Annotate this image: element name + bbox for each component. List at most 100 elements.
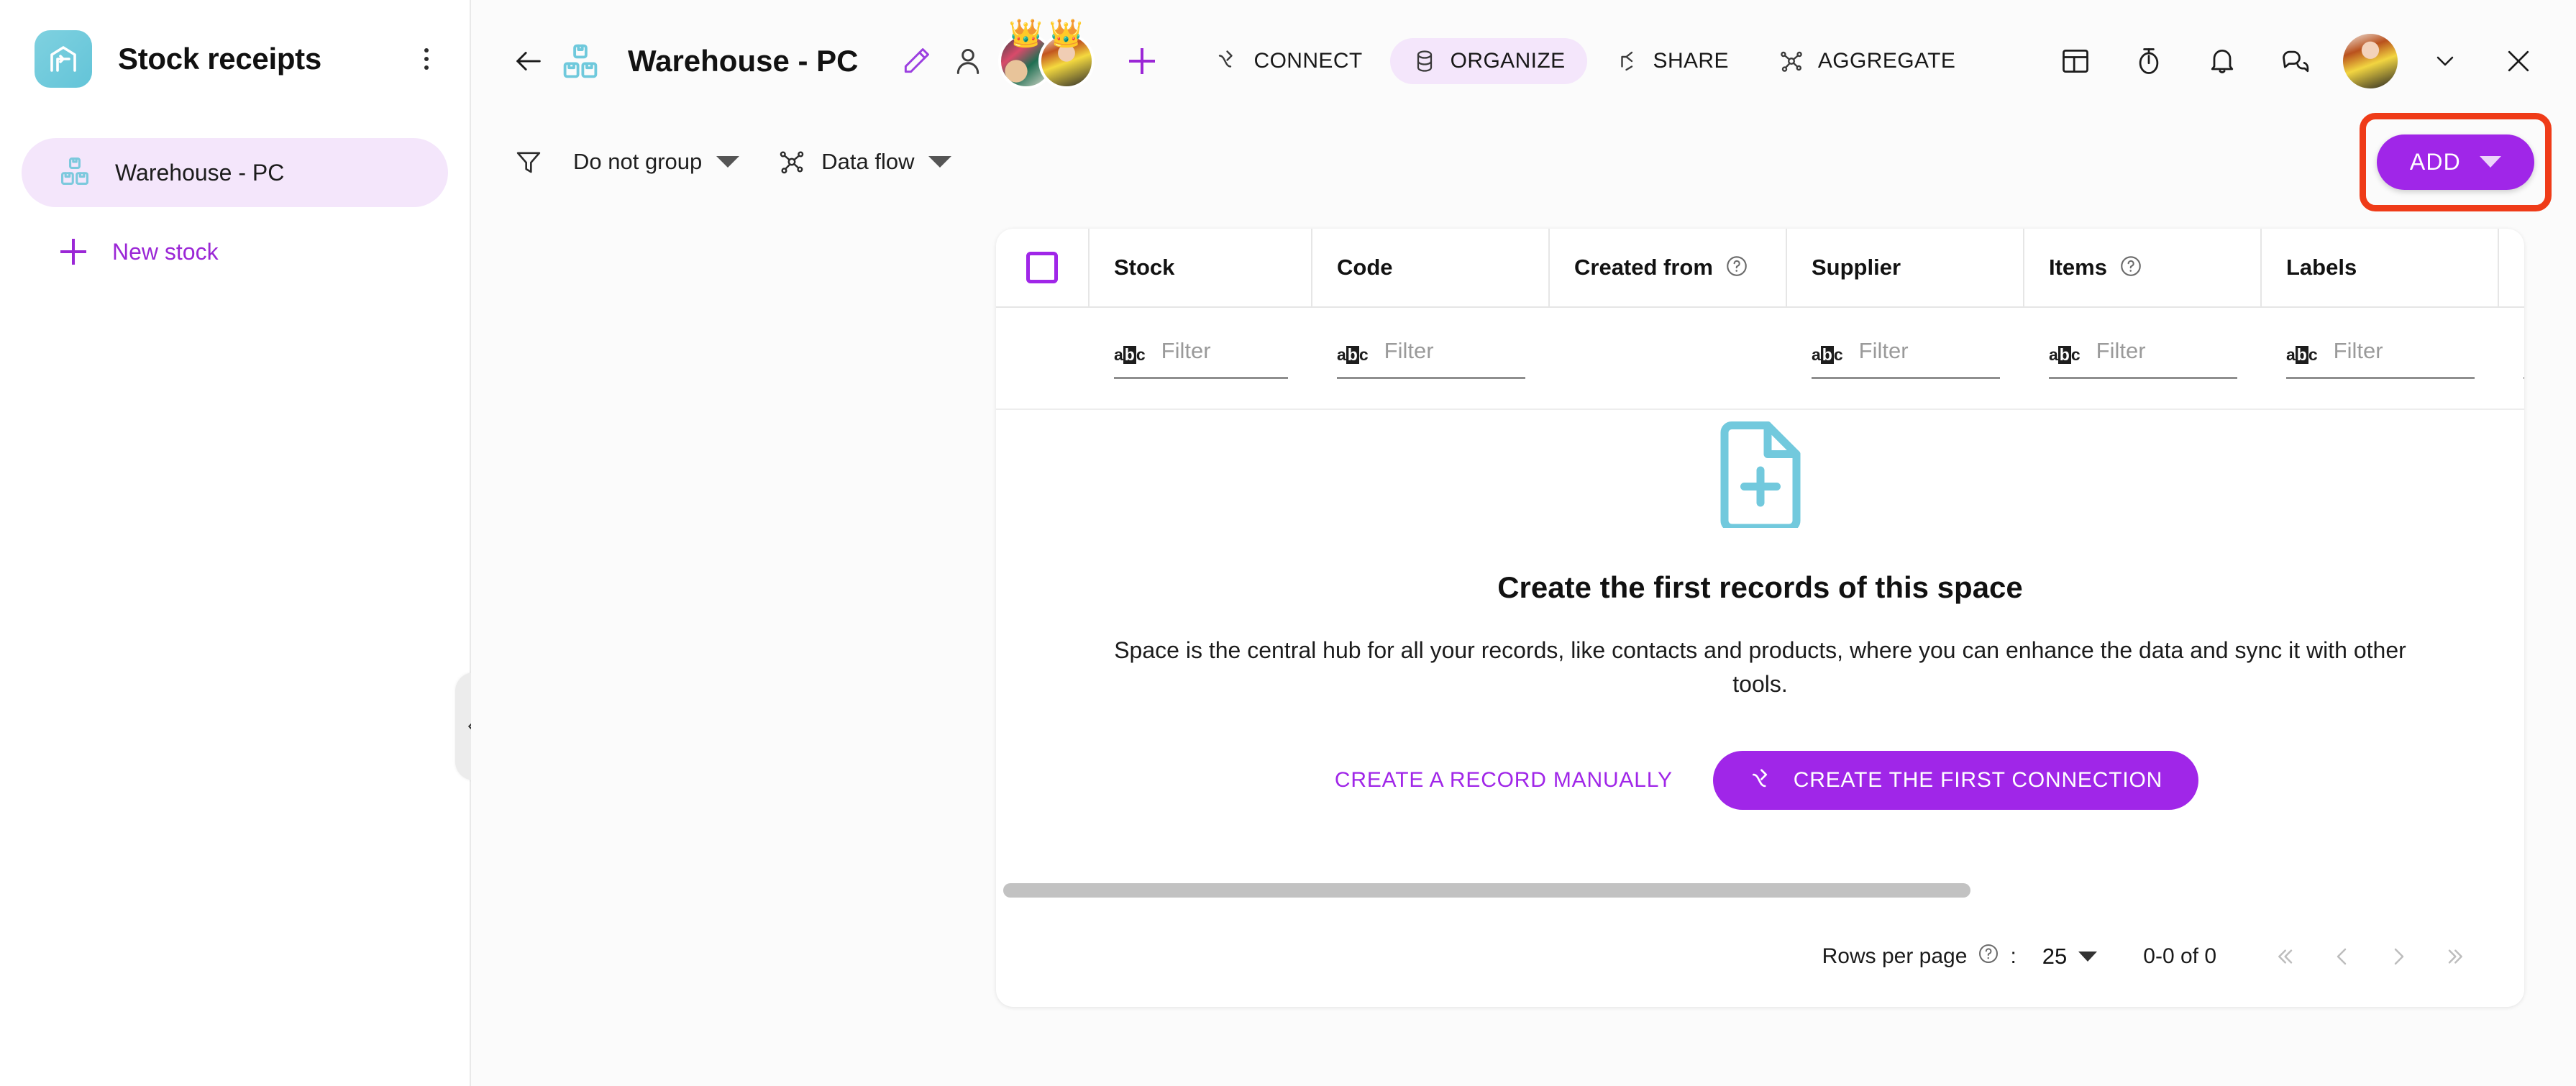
member-avatar-2[interactable]: 👑 bbox=[1038, 20, 1095, 89]
column-header-created-from[interactable]: Created from bbox=[1550, 229, 1787, 306]
horizontal-scrollbar-track[interactable] bbox=[996, 877, 2524, 906]
filter-input-stock[interactable]: abc Filter bbox=[1114, 338, 1288, 379]
column-header-code[interactable]: Code bbox=[1312, 229, 1550, 306]
tab-share[interactable]: SHARE bbox=[1593, 38, 1750, 84]
column-header-stock[interactable]: Stock bbox=[1090, 229, 1312, 306]
close-icon bbox=[2508, 50, 2529, 72]
rows-per-page-select[interactable]: 25 bbox=[2042, 944, 2098, 969]
layout-panel-icon bbox=[2063, 49, 2088, 73]
column-header-items[interactable]: Items bbox=[2024, 229, 2262, 306]
colon-separator: : bbox=[2010, 944, 2017, 968]
top-bar: Warehouse - PC 👑 👑 CONNECT ORGANIZE SHAR… bbox=[471, 0, 2576, 122]
tab-label: CONNECT bbox=[1253, 49, 1363, 73]
filter-cell-code: abc Filter bbox=[1312, 308, 1550, 409]
chevron-down-icon bbox=[2436, 56, 2454, 66]
boxes-icon bbox=[59, 155, 91, 191]
group-by-selector[interactable]: Do not group bbox=[573, 149, 740, 175]
top-bar-actions bbox=[2050, 34, 2544, 88]
chevron-right-icon bbox=[2394, 948, 2404, 965]
connect-icon bbox=[1752, 769, 1767, 788]
add-button[interactable]: ADD bbox=[2376, 134, 2534, 190]
create-record-manually-button[interactable]: CREATE A RECORD MANUALLY bbox=[1322, 761, 1686, 800]
table-filter-row: abc Filter abc Filter abc Filter a b c F… bbox=[996, 308, 2524, 410]
help-icon[interactable] bbox=[1725, 254, 1749, 282]
sidebar-header: Stock receipts bbox=[0, 0, 470, 95]
next-page-button[interactable] bbox=[2370, 928, 2428, 985]
horizontal-scrollbar-thumb[interactable] bbox=[1003, 883, 1970, 898]
data-flow-icon bbox=[780, 151, 804, 174]
filter-cell-supplier: abc Filter bbox=[1787, 308, 2024, 409]
members-button[interactable] bbox=[942, 35, 994, 87]
chevron-down-icon bbox=[716, 156, 740, 168]
column-header-labels[interactable]: Labels bbox=[2262, 229, 2499, 306]
help-icon[interactable] bbox=[2119, 254, 2143, 282]
filter-cell-stock: abc Filter bbox=[1090, 308, 1312, 409]
filter-input-supplier[interactable]: abc Filter bbox=[1812, 338, 2000, 379]
filter-input-code[interactable]: abc Filter bbox=[1337, 338, 1525, 379]
filter-placeholder: Filter bbox=[2096, 337, 2146, 363]
warehouse-icon bbox=[35, 30, 92, 88]
view-toolbar: Do not group Data flow ADD bbox=[471, 112, 2576, 211]
edit-title-button[interactable] bbox=[890, 35, 942, 87]
records-table-card: Stock Code Created from Supplier Items L… bbox=[996, 229, 2524, 1007]
sidebar-item-label: New stock bbox=[112, 238, 219, 265]
column-header-supplier[interactable]: Supplier bbox=[1787, 229, 2024, 306]
tab-organize[interactable]: ORGANIZE bbox=[1389, 38, 1587, 84]
tab-connect[interactable]: CONNECT bbox=[1194, 38, 1384, 84]
add-button-wrapper: ADD bbox=[2359, 112, 2552, 211]
page-title: Stock receipts bbox=[118, 42, 321, 76]
user-menu-button[interactable] bbox=[2419, 35, 2471, 87]
filter-cell-received-amount: Filter bbox=[2499, 308, 2524, 409]
notifications-button[interactable] bbox=[2196, 35, 2248, 87]
tab-aggregate[interactable]: AGGREGATE bbox=[1756, 37, 1977, 85]
data-flow-label: Data flow bbox=[821, 149, 915, 174]
space-tabs: CONNECT ORGANIZE SHARE AGGREGATE bbox=[1194, 37, 1978, 85]
share-icon bbox=[1620, 51, 1632, 71]
sidebar-item-new-stock[interactable]: New stock bbox=[22, 217, 448, 286]
column-header-received-amount[interactable]: Received amour bbox=[2499, 229, 2524, 306]
select-all-checkbox[interactable] bbox=[1026, 252, 1058, 283]
close-button[interactable] bbox=[2493, 35, 2544, 87]
crown-icon: 👑 bbox=[1008, 19, 1043, 49]
column-label: Stock bbox=[1114, 255, 1175, 280]
empty-state-actions: CREATE A RECORD MANUALLY CREATE THE FIRS… bbox=[1322, 750, 2199, 810]
pagination-range: 0-0 of 0 bbox=[2143, 944, 2216, 968]
rows-per-page-value: 25 bbox=[2042, 944, 2068, 969]
add-member-button[interactable] bbox=[1116, 35, 1168, 87]
aggregate-icon bbox=[1781, 51, 1802, 72]
document-plus-icon bbox=[1714, 420, 1807, 532]
column-label: Supplier bbox=[1812, 255, 1901, 280]
chat-button[interactable] bbox=[2270, 35, 2321, 87]
filter-input-labels[interactable]: abc Filter bbox=[2286, 338, 2475, 379]
chevrons-left-icon bbox=[2278, 949, 2293, 964]
filter-placeholder: Filter bbox=[1858, 337, 1909, 363]
filter-cell-labels: abc Filter bbox=[2262, 308, 2499, 409]
filter-button[interactable] bbox=[503, 136, 554, 188]
prev-page-button[interactable] bbox=[2313, 928, 2370, 985]
filter-cell-created-from bbox=[1550, 308, 1787, 409]
abc-icon: abc bbox=[1812, 344, 1843, 364]
chevron-down-icon bbox=[2078, 952, 2098, 962]
empty-state-description: Space is the central hub for all your re… bbox=[1114, 637, 2406, 697]
last-page-button[interactable] bbox=[2428, 928, 2485, 985]
help-icon[interactable] bbox=[1977, 942, 2000, 971]
abc-icon: abc bbox=[1114, 344, 1146, 364]
first-page-button[interactable] bbox=[2255, 928, 2313, 985]
filter-input-items[interactable]: abc Filter bbox=[2049, 338, 2237, 379]
chevron-down-icon bbox=[2480, 156, 2501, 168]
sidebar: Stock receipts Warehouse - PC New stock bbox=[0, 0, 488, 1086]
member-avatars[interactable]: 👑 👑 bbox=[997, 20, 1095, 89]
create-first-connection-button[interactable]: CREATE THE FIRST CONNECTION bbox=[1712, 750, 2199, 810]
app-root: Stock receipts Warehouse - PC New stock bbox=[0, 0, 2576, 1086]
sidebar-item-warehouse-pc[interactable]: Warehouse - PC bbox=[22, 138, 448, 207]
timer-button[interactable] bbox=[2123, 35, 2175, 87]
user-avatar[interactable] bbox=[2343, 34, 2398, 88]
kebab-menu-icon[interactable] bbox=[412, 45, 441, 73]
back-button[interactable] bbox=[503, 35, 554, 87]
column-label: Items bbox=[2049, 255, 2107, 280]
data-flow-selector[interactable]: Data flow bbox=[777, 147, 952, 177]
column-label: Code bbox=[1337, 255, 1393, 280]
plus-icon bbox=[1128, 47, 1156, 76]
filter-cell-empty bbox=[996, 308, 1090, 409]
layout-panel-button[interactable] bbox=[2050, 35, 2101, 87]
